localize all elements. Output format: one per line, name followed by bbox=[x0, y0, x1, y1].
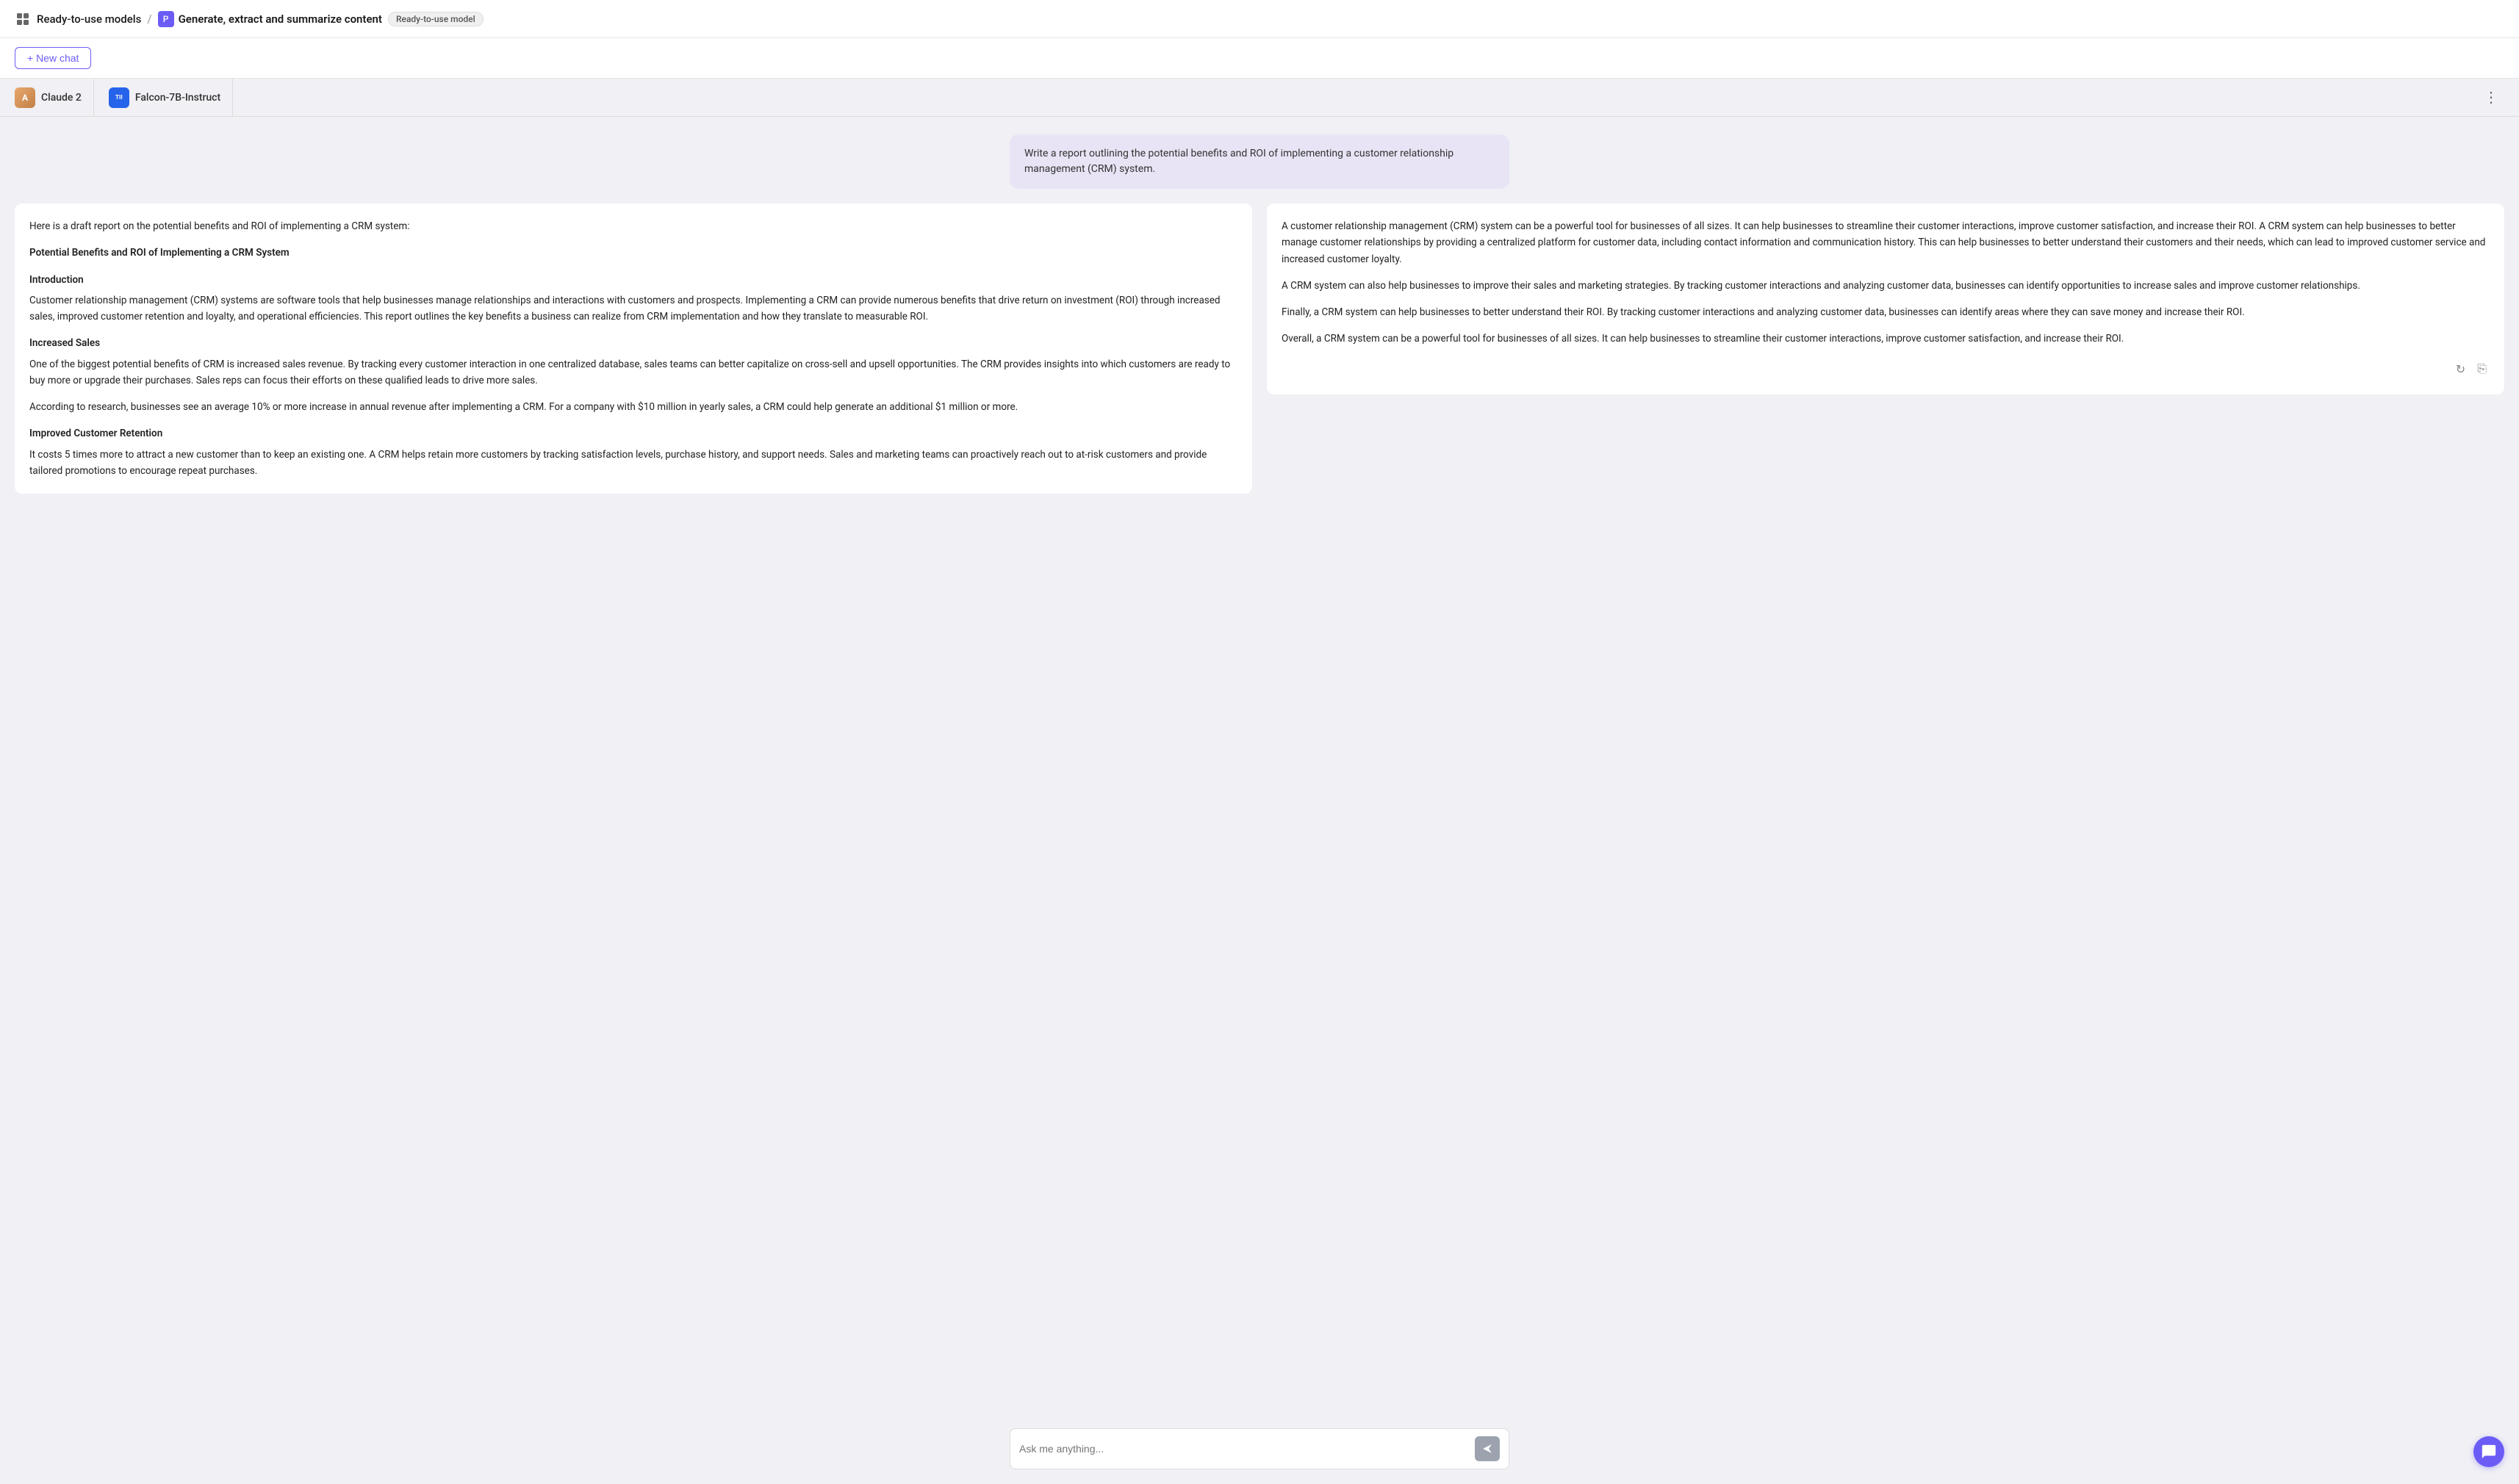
sales-heading: Increased Sales bbox=[29, 335, 1237, 351]
user-message-wrapper: Write a report outlining the potential b… bbox=[15, 134, 2504, 189]
model-badge: Ready-to-use model bbox=[388, 12, 484, 26]
falcon-avatar: TII bbox=[109, 87, 129, 108]
chat-bubble-button[interactable] bbox=[2473, 1436, 2504, 1467]
claude-avatar-letter: A bbox=[22, 93, 28, 103]
retention-heading: Improved Customer Retention bbox=[29, 425, 1237, 442]
send-button[interactable] bbox=[1475, 1436, 1500, 1461]
copy-button[interactable]: ⎘ bbox=[2474, 359, 2490, 380]
response-actions: ↻ ⎘ bbox=[1282, 359, 2490, 380]
claude-model-name: Claude 2 bbox=[41, 92, 82, 104]
models-bar: A Claude 2 TII Falcon-7B-Instruct ⋮ bbox=[0, 79, 2519, 117]
chat-area[interactable]: Write a report outlining the potential b… bbox=[0, 117, 2519, 1416]
chat-input[interactable] bbox=[1019, 1443, 1469, 1455]
responses-row: Here is a draft report on the potential … bbox=[15, 203, 2504, 494]
refresh-icon: ↻ bbox=[2456, 362, 2465, 377]
page-title: Generate, extract and summarize content bbox=[179, 12, 382, 26]
claude-avatar: A bbox=[15, 87, 35, 108]
falcon-para2: A CRM system can also help businesses to… bbox=[1282, 278, 2490, 294]
intro-heading: Introduction bbox=[29, 272, 1237, 288]
response-left-title: Potential Benefits and ROI of Implementi… bbox=[29, 245, 1237, 261]
model-tab-falcon: TII Falcon-7B-Instruct bbox=[94, 79, 233, 116]
toolbar: + New chat bbox=[0, 38, 2519, 79]
header-title-section: P Generate, extract and summarize conten… bbox=[158, 11, 382, 27]
app-header: Ready-to-use models / P Generate, extrac… bbox=[0, 0, 2519, 38]
falcon-avatar-letter: TII bbox=[115, 94, 123, 101]
chat-bubble-icon bbox=[2481, 1444, 2497, 1460]
falcon-para4: Overall, a CRM system can be a powerful … bbox=[1282, 331, 2490, 347]
response-card-claude: Here is a draft report on the potential … bbox=[15, 203, 1252, 494]
input-area bbox=[0, 1416, 2519, 1484]
response-card-falcon: A customer relationship management (CRM)… bbox=[1267, 203, 2504, 395]
input-wrapper bbox=[1010, 1428, 1509, 1469]
copy-icon: ⎘ bbox=[2477, 363, 2487, 376]
model-tab-claude: A Claude 2 bbox=[15, 79, 94, 116]
new-chat-button[interactable]: + New chat bbox=[15, 47, 91, 69]
more-options-button[interactable]: ⋮ bbox=[2478, 85, 2504, 109]
models-icon bbox=[15, 11, 31, 27]
response-left-intro: Here is a draft report on the potential … bbox=[29, 218, 1237, 234]
breadcrumb-models[interactable]: Ready-to-use models bbox=[37, 12, 141, 26]
falcon-para3: Finally, a CRM system can help businesse… bbox=[1282, 304, 2490, 320]
refresh-button[interactable]: ↻ bbox=[2453, 359, 2468, 380]
falcon-para1: A customer relationship management (CRM)… bbox=[1282, 218, 2490, 267]
more-icon: ⋮ bbox=[2484, 88, 2498, 107]
breadcrumb-separator: / bbox=[147, 12, 151, 26]
sales-body: One of the biggest potential benefits of… bbox=[29, 356, 1237, 389]
page-icon: P bbox=[158, 11, 174, 27]
intro-body: Customer relationship management (CRM) s… bbox=[29, 292, 1237, 325]
main-content: A Claude 2 TII Falcon-7B-Instruct ⋮ Writ… bbox=[0, 79, 2519, 1484]
user-message: Write a report outlining the potential b… bbox=[1010, 134, 1509, 189]
falcon-model-name: Falcon-7B-Instruct bbox=[135, 92, 220, 104]
send-icon bbox=[1481, 1443, 1493, 1455]
breadcrumb: Ready-to-use models / P Generate, extrac… bbox=[15, 11, 484, 27]
retention-body: It costs 5 times more to attract a new c… bbox=[29, 447, 1237, 480]
sales-stats: According to research, businesses see an… bbox=[29, 399, 1237, 415]
